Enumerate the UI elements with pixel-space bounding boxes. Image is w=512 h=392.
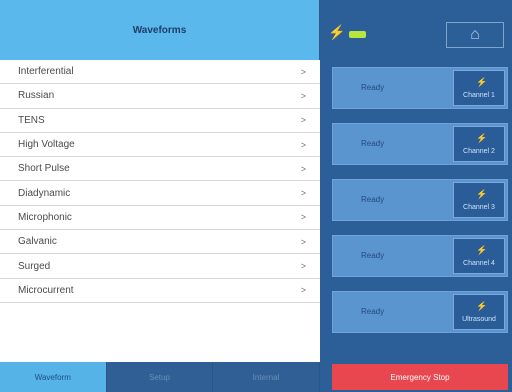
tab-label: Waveform: [34, 372, 71, 382]
channel-3-button[interactable]: ⚡ Channel 3: [453, 182, 505, 218]
waveform-item-short-pulse[interactable]: Short Pulse >: [0, 157, 320, 182]
left-panel: Waveforms Interferential > Russian > TEN…: [0, 0, 320, 392]
waveform-label: Interferential: [18, 66, 74, 78]
channel-1-button[interactable]: ⚡ Channel 1: [453, 70, 505, 106]
bottom-tab-bar: Waveform Setup Internal: [0, 362, 320, 392]
channel-4-button[interactable]: ⚡ Channel 4: [453, 238, 505, 274]
chevron-right-icon: >: [300, 66, 306, 77]
home-icon: ⌂: [470, 26, 480, 43]
channel-label: Channel 2: [463, 148, 495, 155]
waveform-label: Russian: [18, 90, 55, 102]
chevron-right-icon: >: [300, 236, 306, 247]
channel-status: Ready: [361, 307, 385, 316]
channel-status: Ready: [361, 83, 385, 92]
chevron-right-icon: >: [300, 163, 306, 174]
waveform-item-diadynamic[interactable]: Diadynamic >: [0, 181, 320, 206]
top-status-bar: ⚡ ⌂: [320, 0, 512, 60]
tab-waveform[interactable]: Waveform: [0, 362, 107, 392]
waveform-label: Surged: [18, 260, 51, 272]
waveform-list: Interferential > Russian > TENS > High V…: [0, 60, 320, 303]
waveform-item-microcurrent[interactable]: Microcurrent >: [0, 279, 320, 303]
battery-icon: [349, 31, 366, 38]
chevron-right-icon: >: [300, 261, 306, 272]
channel-status: Ready: [361, 195, 385, 204]
chevron-right-icon: >: [300, 115, 306, 126]
right-panel: ⚡ ⌂ Ready ⚡ Channel 1 Ready ⚡ Channel 2 …: [320, 0, 512, 392]
waveform-label: Microphonic: [18, 211, 72, 223]
channel-panel-2: Ready ⚡ Channel 2: [332, 123, 508, 165]
waveform-label: Galvanic: [18, 236, 57, 248]
waveform-item-tens[interactable]: TENS >: [0, 109, 320, 133]
channel-icon: ⚡: [476, 77, 488, 87]
channel-label: Channel 3: [463, 204, 495, 211]
channel-status: Ready: [361, 139, 385, 148]
waveforms-title: Waveforms: [132, 24, 187, 36]
waveform-label: High Voltage: [18, 139, 75, 151]
plug-icon: ⚡: [328, 24, 346, 40]
tab-internal[interactable]: Internal: [213, 362, 320, 392]
channel-icon: ⚡: [476, 189, 488, 199]
home-button[interactable]: ⌂: [446, 22, 504, 48]
ultrasound-panel: Ready ⚡ Ultrasound: [332, 291, 508, 333]
waveform-item-microphonic[interactable]: Microphonic >: [0, 206, 320, 231]
ultrasound-icon: ⚡: [476, 301, 488, 311]
emergency-stop-button[interactable]: Emergency Stop: [332, 364, 508, 390]
tab-label: Setup: [148, 372, 170, 382]
channel-icon: ⚡: [476, 245, 488, 255]
channel-status: Ready: [361, 251, 385, 260]
chevron-right-icon: >: [300, 188, 306, 199]
waveform-item-interferential[interactable]: Interferential >: [0, 60, 320, 85]
waveform-label: Short Pulse: [18, 163, 70, 175]
tab-label: Internal: [252, 372, 280, 382]
waveform-item-surged[interactable]: Surged >: [0, 254, 320, 279]
channel-icon: ⚡: [476, 133, 488, 143]
channel-2-button[interactable]: ⚡ Channel 2: [453, 126, 505, 162]
waveform-item-high-voltage[interactable]: High Voltage >: [0, 133, 320, 158]
tab-setup[interactable]: Setup: [107, 362, 214, 392]
waveform-label: Diadynamic: [18, 187, 71, 199]
channel-panel-4: Ready ⚡ Channel 4: [332, 235, 508, 277]
chevron-right-icon: >: [300, 212, 306, 223]
waveform-item-galvanic[interactable]: Galvanic >: [0, 230, 320, 255]
waveform-label: TENS: [18, 114, 45, 126]
chevron-right-icon: >: [300, 139, 306, 150]
channel-label: Channel 4: [463, 260, 495, 267]
ultrasound-button[interactable]: ⚡ Ultrasound: [453, 294, 505, 330]
channel-panel-1: Ready ⚡ Channel 1: [332, 67, 508, 109]
waveforms-header: Waveforms: [0, 0, 320, 60]
waveform-label: Microcurrent: [18, 284, 74, 296]
emergency-stop-label: Emergency Stop: [390, 372, 450, 382]
chevron-right-icon: >: [300, 285, 306, 296]
channel-label: Ultrasound: [462, 316, 496, 323]
chevron-right-icon: >: [300, 90, 306, 101]
channel-panel-3: Ready ⚡ Channel 3: [332, 179, 508, 221]
channel-label: Channel 1: [463, 92, 495, 99]
waveform-item-russian[interactable]: Russian >: [0, 84, 320, 109]
